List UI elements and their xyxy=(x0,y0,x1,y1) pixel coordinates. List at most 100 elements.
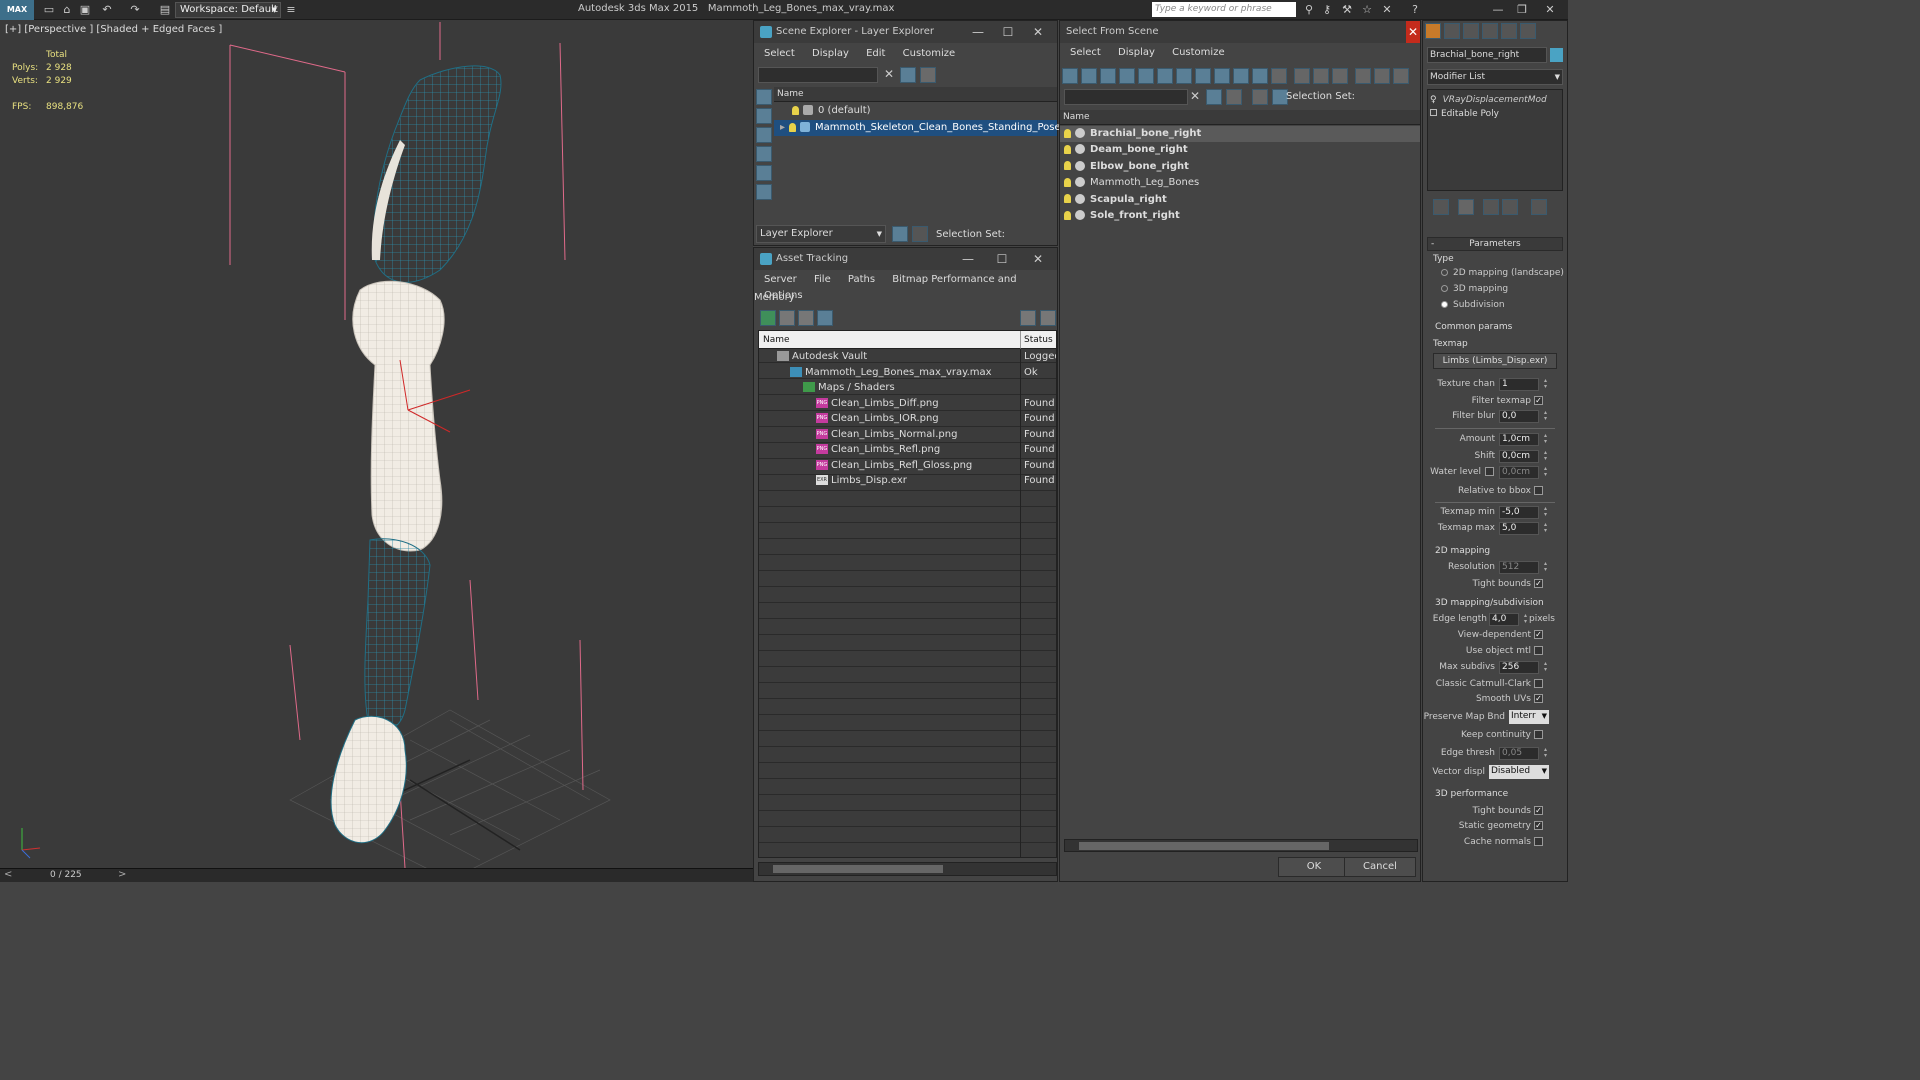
minimize-icon[interactable]: — xyxy=(963,21,993,43)
asset-column-status[interactable]: Status xyxy=(1021,331,1056,349)
relative-bbox-checkbox[interactable] xyxy=(1534,486,1543,495)
amount-spinner[interactable]: 1,0cm xyxy=(1499,433,1550,446)
undo-icon[interactable]: ↶ xyxy=(100,3,114,17)
classic-catmull-clark-checkbox[interactable] xyxy=(1534,679,1543,688)
cancel-button[interactable]: Cancel xyxy=(1344,857,1416,877)
visibility-bulb-icon[interactable] xyxy=(1064,194,1071,204)
object-name-field[interactable]: Brachial_bone_right xyxy=(1427,47,1547,63)
ok-button[interactable]: OK xyxy=(1278,857,1350,877)
preserve-map-bnd-dropdown[interactable]: Interr ▼ xyxy=(1509,710,1549,724)
visibility-bulb-icon[interactable] xyxy=(1064,210,1071,220)
menu-server[interactable]: Server xyxy=(764,274,797,285)
save-icon[interactable]: ▣ xyxy=(78,3,92,17)
thumbnail-icon[interactable] xyxy=(798,310,814,326)
edge-thresh-spinner[interactable]: 0,05 xyxy=(1499,747,1550,760)
scene-object-row[interactable]: Sole_front_right xyxy=(1060,208,1420,224)
edge-length-spinner[interactable]: 4,0 xyxy=(1489,613,1530,626)
visibility-bulb-icon[interactable] xyxy=(1064,177,1071,187)
filter-hidden-icon[interactable] xyxy=(1271,68,1287,84)
chevron-right-icon[interactable]: > xyxy=(118,869,126,880)
view-dependent-checkbox[interactable]: ✓ xyxy=(1534,630,1543,639)
shift-spinner[interactable]: 0,0cm xyxy=(1499,450,1550,463)
time-slider[interactable]: < 0 / 225 > xyxy=(0,868,753,882)
scene-object-row[interactable]: Deam_bone_right xyxy=(1060,142,1420,158)
open-folder-icon[interactable]: ⌂ xyxy=(60,3,74,17)
invert-icon[interactable] xyxy=(756,127,772,143)
funnel-icon[interactable] xyxy=(1355,68,1371,84)
menu-customize[interactable]: Customize xyxy=(1172,47,1225,58)
select-horizontal-scrollbar[interactable] xyxy=(1064,839,1418,852)
humerus-mesh[interactable] xyxy=(352,280,445,552)
show-end-result-icon[interactable] xyxy=(1458,199,1474,215)
help-context-icon[interactable] xyxy=(1040,310,1056,326)
motion-tab-icon[interactable] xyxy=(1482,23,1498,39)
radio-2d-mapping[interactable]: 2D mapping (landscape) xyxy=(1441,268,1564,278)
scrollbar-thumb[interactable] xyxy=(1079,842,1329,850)
filter-xrefs-icon[interactable] xyxy=(1195,68,1211,84)
filter-cameras-icon[interactable] xyxy=(1119,68,1135,84)
scene-explorer-title-bar[interactable]: Scene Explorer - Layer Explorer — ☐ ✕ xyxy=(754,21,1057,43)
helpers-filter-icon[interactable] xyxy=(756,184,772,200)
select-invert-icon[interactable] xyxy=(1332,68,1348,84)
asset-row[interactable]: Autodesk Vault Logged xyxy=(759,349,1056,365)
lightbulb-icon[interactable]: ♀ xyxy=(1430,95,1437,105)
visibility-bulb-icon[interactable] xyxy=(1064,161,1071,171)
modify-tab-icon[interactable] xyxy=(1444,23,1460,39)
viewport-label[interactable]: [+] [Perspective ] [Shaded + Edged Faces… xyxy=(5,24,222,35)
refresh-icon[interactable] xyxy=(760,310,776,326)
workspace-dropdown[interactable]: Workspace: Default ▼ xyxy=(175,2,281,18)
menu-display[interactable]: Display xyxy=(1118,47,1155,58)
filter-blur-spinner[interactable]: 0,0 xyxy=(1499,410,1550,423)
exchange-icon[interactable]: ✕ xyxy=(1380,3,1394,17)
minimize-icon[interactable]: — xyxy=(953,248,983,270)
utilities-tab-icon[interactable] xyxy=(1520,23,1536,39)
hierarchy-icon[interactable] xyxy=(1374,68,1390,84)
static-geometry-checkbox[interactable]: ✓ xyxy=(1534,821,1543,830)
menu-options[interactable]: Options xyxy=(764,290,803,301)
restore-icon[interactable]: ☐ xyxy=(987,248,1017,270)
close-icon[interactable]: ✕ xyxy=(1406,21,1420,43)
scene-object-row[interactable]: Mammoth_Leg_Bones xyxy=(1060,175,1420,191)
texmap-min-spinner[interactable]: -5,0 xyxy=(1499,506,1550,519)
filter-spacewarps-icon[interactable] xyxy=(1157,68,1173,84)
configure-sets-icon[interactable] xyxy=(1531,199,1547,215)
filter-icon[interactable] xyxy=(900,67,916,83)
key-icon[interactable]: ⚷ xyxy=(1320,3,1334,17)
scene-object-row[interactable]: Elbow_bone_right xyxy=(1060,159,1420,175)
select-all-icon[interactable] xyxy=(1294,68,1310,84)
use-object-mtl-checkbox[interactable] xyxy=(1534,646,1543,655)
stack-item-editable-poly[interactable]: Editable Poly xyxy=(1430,106,1499,122)
filter-geometry-icon[interactable] xyxy=(1062,68,1078,84)
scene-object-row[interactable]: Brachial_bone_right xyxy=(1060,126,1420,142)
redo-icon[interactable]: ↷ xyxy=(128,3,142,17)
filter-helpers-icon[interactable] xyxy=(1138,68,1154,84)
make-unique-icon[interactable] xyxy=(1483,199,1499,215)
visibility-bulb-icon[interactable] xyxy=(1064,144,1071,154)
visibility-bulb-icon[interactable] xyxy=(789,122,797,132)
scene-column-name[interactable]: Name xyxy=(774,87,1057,102)
new-file-icon[interactable]: ▭ xyxy=(42,3,56,17)
visibility-bulb-icon[interactable] xyxy=(1064,128,1071,138)
close-icon[interactable]: ✕ xyxy=(1023,21,1053,43)
hierarchy-tab-icon[interactable] xyxy=(1463,23,1479,39)
select-column-name[interactable]: Name xyxy=(1060,110,1420,125)
list-icon[interactable] xyxy=(779,310,795,326)
texture-chan-spinner[interactable]: 1 xyxy=(1499,378,1550,391)
asset-row[interactable]: PNG Clean_Limbs_Diff.png Found xyxy=(759,396,1056,412)
asset-row[interactable]: Mammoth_Leg_Bones_max_vray.max Ok xyxy=(759,365,1056,381)
chevron-left-icon[interactable]: < xyxy=(4,869,12,880)
vector-displ-dropdown[interactable]: Disabled ▼ xyxy=(1489,765,1549,779)
lights-filter-icon[interactable] xyxy=(756,165,772,181)
filter-frozen-icon[interactable] xyxy=(1252,68,1268,84)
asset-row[interactable]: Maps / Shaders xyxy=(759,380,1056,396)
display-all-icon[interactable] xyxy=(756,108,772,124)
geometry-filter-icon[interactable] xyxy=(756,146,772,162)
clear-icon[interactable]: ✕ xyxy=(884,67,894,81)
help-icon[interactable]: ? xyxy=(1408,3,1422,17)
cache-normals-checkbox[interactable] xyxy=(1534,837,1543,846)
columns-icon[interactable] xyxy=(1393,68,1409,84)
explorer-type-dropdown[interactable]: Layer Explorer ▼ xyxy=(756,225,886,243)
filter-shapes-icon[interactable] xyxy=(1081,68,1097,84)
hierarchy-icon[interactable] xyxy=(912,226,928,242)
layer-row-selected[interactable]: ▸ Mammoth_Skeleton_Clean_Bones_Standing_P… xyxy=(774,120,1061,136)
